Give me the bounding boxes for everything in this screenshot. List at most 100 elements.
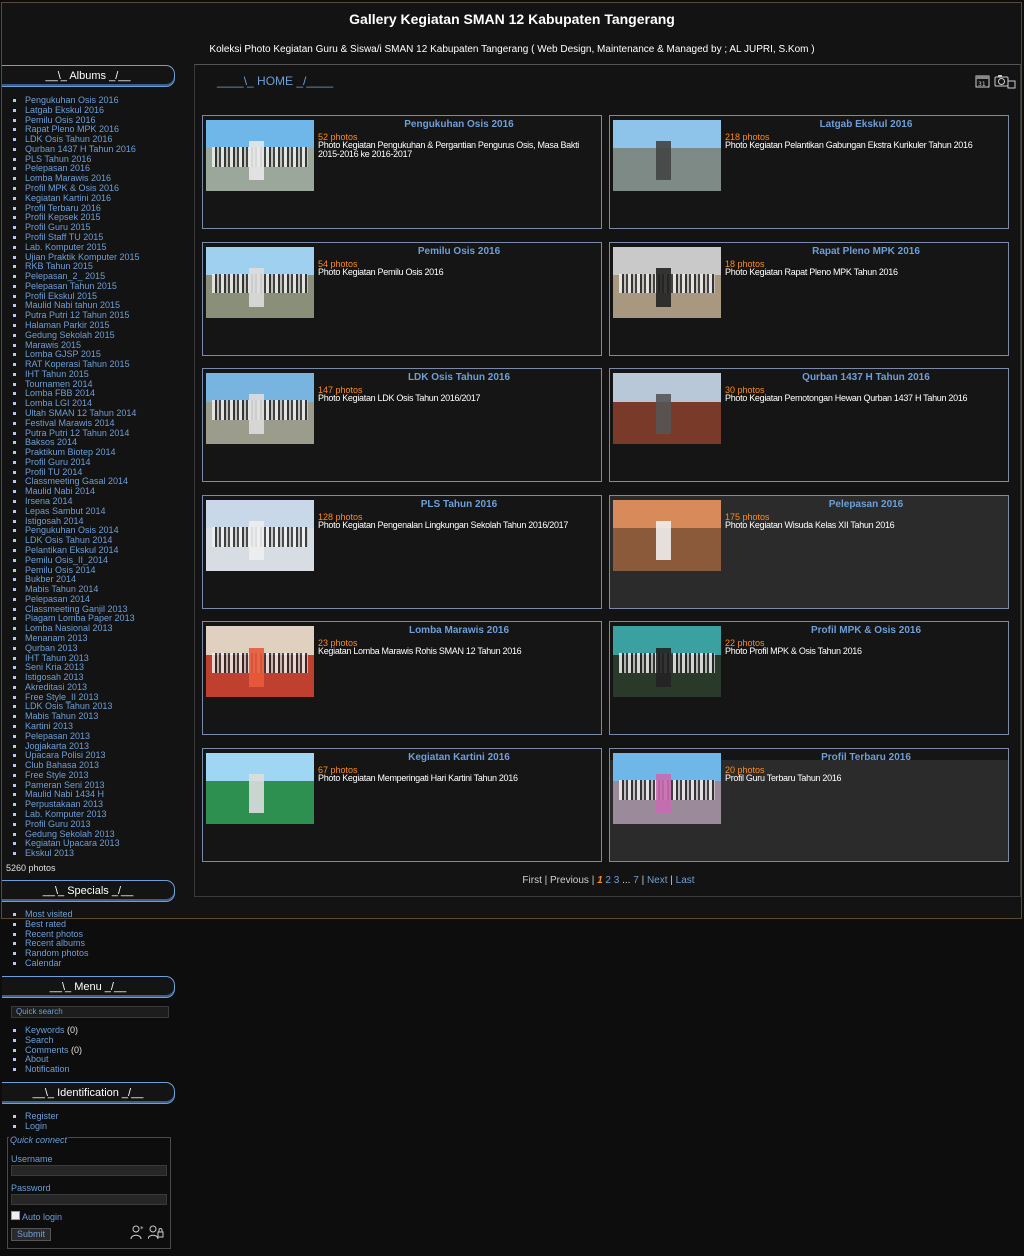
sidebar-menu-link[interactable]: Search: [25, 1035, 54, 1045]
sidebar-album-link[interactable]: Profil Terbaru 2016: [25, 203, 101, 213]
sidebar-album-link[interactable]: Club Bahasa 2013: [25, 760, 99, 770]
password-input[interactable]: [11, 1194, 167, 1205]
album-thumbnail[interactable]: [206, 626, 314, 698]
sidebar-album-link[interactable]: Jogjakarta 2013: [25, 741, 89, 751]
camera-calendar-icon[interactable]: [994, 73, 1016, 91]
album-thumbnail[interactable]: [613, 626, 721, 698]
sidebar-album-link[interactable]: Istigosah 2014: [25, 516, 84, 526]
sidebar-album-link[interactable]: Tournamen 2014: [25, 379, 93, 389]
sidebar-album-link[interactable]: Pemilu Osis 2016: [25, 115, 96, 125]
album-card[interactable]: Pengukuhan Osis 2016 52 photos Photo Kegia…: [202, 115, 602, 229]
sidebar-album-link[interactable]: LDK Osis Tahun 2014: [25, 535, 112, 545]
sidebar-album-link[interactable]: Piagam Lomba Paper 2013: [25, 613, 135, 624]
sidebar-album-link[interactable]: Lepas Sambut 2014: [25, 506, 106, 516]
sidebar-album-link[interactable]: Gedung Sekolah 2013: [25, 829, 115, 839]
sidebar-album-link[interactable]: Lomba FBB 2014: [25, 388, 95, 399]
sidebar-album-link[interactable]: Free Style_II 2013: [25, 692, 99, 702]
sidebar-album-link[interactable]: Bukber 2014: [25, 574, 76, 584]
submit-button[interactable]: Submit: [11, 1228, 51, 1241]
album-title[interactable]: Profil MPK & Osis 2016: [725, 625, 1007, 636]
sidebar-album-link[interactable]: Praktikum Biotep 2014: [25, 447, 116, 457]
sidebar-album-link[interactable]: Classmeeting Gasal 2014: [25, 476, 128, 487]
sidebar-album-link[interactable]: Free Style 2013: [25, 770, 89, 780]
sidebar-album-link[interactable]: Perpustakaan 2013: [25, 799, 103, 809]
sidebar-album-link[interactable]: Maulid Nabi 2014: [25, 486, 95, 496]
sidebar-album-link[interactable]: Pengukuhan Osis 2016: [25, 95, 119, 105]
album-title[interactable]: Qurban 1437 H Tahun 2016: [725, 372, 1007, 383]
album-thumbnail[interactable]: [206, 753, 314, 824]
album-title[interactable]: Lomba Marawis 2016: [318, 625, 600, 636]
sidebar-special-link[interactable]: Recent photos: [25, 929, 83, 939]
album-thumbnail[interactable]: [206, 499, 314, 571]
sidebar-album-link[interactable]: Putra Putri 12 Tahun 2015: [25, 310, 129, 320]
sidebar-album-link[interactable]: Profil Kepsek 2015: [25, 212, 101, 222]
sidebar-album-link[interactable]: Profil Guru 2015: [25, 222, 91, 232]
username-input[interactable]: [11, 1165, 167, 1176]
sidebar-album-link[interactable]: Profil Ekskul 2015: [25, 291, 97, 301]
quick-search-input[interactable]: Quick search: [11, 1006, 169, 1018]
sidebar-album-link[interactable]: Maulid Nabi tahun 2015: [25, 300, 120, 311]
sidebar-album-link[interactable]: IHT Tahun 2015: [25, 369, 89, 379]
sidebar-album-link[interactable]: Qurban 2013: [25, 643, 78, 653]
album-thumbnail[interactable]: [206, 373, 314, 445]
sidebar-album-link[interactable]: Qurban 1437 H Tahun 2016: [25, 144, 136, 154]
sidebar-menu-link[interactable]: Notification: [25, 1064, 70, 1074]
sidebar-album-link[interactable]: Putra Putri 12 Tahun 2014: [25, 428, 129, 438]
sidebar-album-link[interactable]: Pelepasan 2016: [25, 163, 90, 174]
sidebar-album-link[interactable]: Pelepasan 2013: [25, 731, 90, 741]
sidebar-album-link[interactable]: Profil Guru 2014: [25, 457, 91, 467]
sidebar-album-link[interactable]: Pelepasan Tahun 2015: [25, 281, 117, 291]
sidebar-album-link[interactable]: Lomba Nasional 2013: [25, 623, 113, 633]
sidebar-album-link[interactable]: Gedung Sekolah 2015: [25, 330, 115, 340]
sidebar-menu-link[interactable]: Keywords: [25, 1025, 65, 1035]
pager-next[interactable]: Next: [647, 875, 668, 886]
sidebar-special-link[interactable]: Calendar: [25, 958, 62, 968]
sidebar-album-link[interactable]: Pengukuhan Osis 2014: [25, 525, 119, 535]
sidebar-album-link[interactable]: Lomba GJSP 2015: [25, 349, 101, 359]
register-star-icon[interactable]: *: [130, 1224, 146, 1243]
sidebar-menu-link[interactable]: About: [25, 1054, 49, 1064]
album-card[interactable]: Latgab Ekskul 2016 218 photos Photo Kegiat…: [609, 115, 1009, 229]
album-card[interactable]: Pelepasan 2016 175 photos Photo Kegiatan W…: [609, 494, 1009, 609]
sidebar-album-link[interactable]: Festival Marawis 2014: [25, 418, 115, 428]
home-link[interactable]: ____\_ HOME _/____: [217, 74, 333, 88]
sidebar-album-link[interactable]: Classmeeting Ganjil 2013: [25, 604, 128, 614]
album-thumbnail[interactable]: [613, 373, 721, 445]
sidebar-special-link[interactable]: Random photos: [25, 948, 89, 958]
sidebar-album-link[interactable]: RAT Koperasi Tahun 2015: [25, 359, 130, 369]
sidebar-album-link[interactable]: Pelepasan 2014: [25, 594, 90, 604]
album-card[interactable]: Qurban 1437 H Tahun 2016 30 photos Photo K…: [609, 368, 1009, 483]
sidebar-album-link[interactable]: Baksos 2014: [25, 437, 77, 447]
sidebar-album-link[interactable]: Mabis Tahun 2014: [25, 584, 98, 594]
sidebar-album-link[interactable]: Ekskul 2013: [25, 848, 74, 858]
pager-last[interactable]: Last: [676, 875, 695, 886]
album-title[interactable]: Profil Terbaru 2016: [725, 752, 1007, 763]
pager-first[interactable]: First: [522, 875, 541, 886]
sidebar-album-link[interactable]: Kegiatan Kartini 2016: [25, 193, 111, 203]
sidebar-album-link[interactable]: Profil TU 2014: [25, 467, 82, 477]
sidebar-album-link[interactable]: Istigosah 2013: [25, 672, 84, 682]
album-title[interactable]: Kegiatan Kartini 2016: [318, 752, 600, 763]
album-title[interactable]: Latgab Ekskul 2016: [725, 119, 1007, 130]
album-title[interactable]: LDK Osis Tahun 2016: [318, 372, 600, 383]
album-card[interactable]: Profil Terbaru 2016 20 photos Profil Guru …: [609, 748, 1009, 862]
album-card[interactable]: Pemilu Osis 2016 54 photos Photo Kegiatan …: [202, 241, 602, 356]
album-title[interactable]: Pemilu Osis 2016: [318, 246, 600, 257]
sidebar-album-link[interactable]: Maulid Nabi 1434 H: [25, 789, 104, 800]
album-card[interactable]: Lomba Marawis 2016 23 photos Kegiatan Lomb…: [202, 621, 602, 736]
album-title[interactable]: Pelepasan 2016: [725, 499, 1007, 510]
sidebar-special-link[interactable]: Most visited: [25, 909, 73, 919]
sidebar-album-link[interactable]: IHT Tahun 2013: [25, 653, 89, 663]
lost-password-lock-icon[interactable]: [147, 1224, 164, 1243]
sidebar-special-link[interactable]: Best rated: [25, 919, 66, 929]
album-title[interactable]: Pengukuhan Osis 2016: [318, 119, 600, 130]
album-card[interactable]: Rapat Pleno MPK 2016 18 photos Photo Kegia…: [609, 241, 1009, 356]
album-card[interactable]: Profil MPK & Osis 2016 22 photos Photo Pro…: [609, 621, 1009, 736]
sidebar-album-link[interactable]: Latgab Ekskul 2016: [25, 105, 104, 115]
sidebar-album-link[interactable]: Kartini 2013: [25, 721, 73, 731]
sidebar-album-link[interactable]: Lomba Marawis 2016: [25, 173, 111, 183]
sidebar-album-link[interactable]: Irsena 2014: [25, 496, 73, 506]
pager-previous[interactable]: Previous: [550, 875, 589, 886]
pager-page-2[interactable]: 2: [605, 875, 611, 886]
sidebar-album-link[interactable]: Mabis Tahun 2013: [25, 711, 98, 721]
